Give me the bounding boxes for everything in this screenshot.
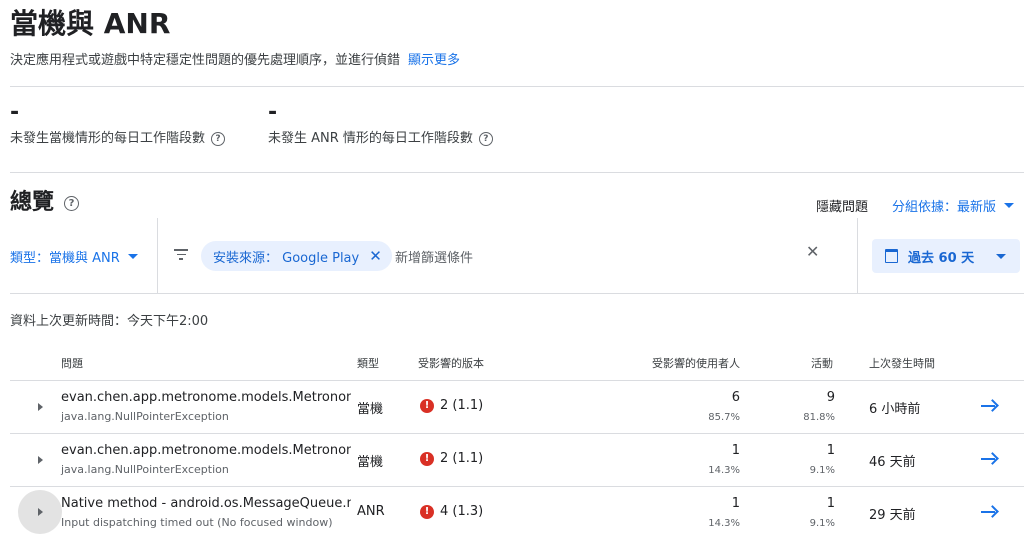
column-header-events[interactable]: 活動 <box>811 355 833 371</box>
events-percent: 9.1% <box>809 518 835 529</box>
date-range-dropdown[interactable]: 過去 60 天 <box>872 239 1020 273</box>
issue-type: 當機 <box>357 402 384 417</box>
version-label: 2 (1.1) <box>440 451 484 466</box>
help-icon[interactable]: ? <box>211 132 226 146</box>
arrow-forward-icon[interactable] <box>980 451 999 467</box>
issue-title[interactable]: Native method - android.os.MessageQueue.… <box>61 495 351 513</box>
metric-crash-free-sessions: - 未發生當機情形的每日工作階段數 ? <box>10 100 226 148</box>
chevron-right-icon <box>37 508 43 516</box>
add-filter-input[interactable]: 新增篩選條件 <box>395 247 473 266</box>
table-row[interactable]: evan.chen.app.metronome.models.Metronome… <box>10 380 1024 434</box>
chevron-down-icon <box>1004 203 1015 208</box>
version-label: 2 (1.1) <box>440 398 484 413</box>
filter-list-icon <box>174 249 188 261</box>
type-filter-label: 類型：當機與 ANR <box>10 251 120 266</box>
events-count: 9 <box>826 390 835 405</box>
divider <box>857 218 858 294</box>
expand-row-button[interactable] <box>28 448 52 472</box>
arrow-forward-icon[interactable] <box>980 504 999 520</box>
divider <box>10 293 1024 294</box>
arrow-forward-icon[interactable] <box>980 398 999 414</box>
last-seen: 46 天前 <box>869 455 916 470</box>
page-title: 當機與 ANR <box>10 7 171 40</box>
overview-title: 總覽 <box>10 190 55 215</box>
close-icon[interactable]: ✕ <box>369 248 382 264</box>
last-seen: 29 天前 <box>869 508 916 523</box>
column-header-last-seen[interactable]: 上次發生時間 <box>869 355 935 371</box>
metric-label: 未發生當機情形的每日工作階段數 <box>10 131 206 146</box>
hide-issues-button[interactable]: 隱藏問題 <box>816 196 868 215</box>
group-by-label: 分組依據：最新版 <box>892 200 997 215</box>
affected-version: ! 2 (1.1) <box>420 398 483 413</box>
issue-subtitle: java.lang.NullPointerException <box>61 463 229 476</box>
help-icon[interactable]: ? <box>478 132 493 146</box>
events-count: 1 <box>826 496 835 511</box>
error-icon: ! <box>420 504 434 519</box>
users-percent: 85.7% <box>708 412 740 423</box>
issue-type: 當機 <box>357 455 384 470</box>
calendar-icon <box>885 249 898 263</box>
users-percent: 14.3% <box>708 518 740 529</box>
expand-row-button[interactable] <box>28 395 52 419</box>
issue-title[interactable]: evan.chen.app.metronome.models.Metronome… <box>61 389 351 407</box>
column-header-versions[interactable]: 受影響的版本 <box>418 355 484 371</box>
learn-more-link[interactable]: 顯示更多 <box>408 53 460 68</box>
issue-subtitle: Input dispatching timed out (No focused … <box>61 516 333 529</box>
clear-filters-icon[interactable]: ✕ <box>806 242 819 261</box>
help-icon[interactable]: ? <box>64 195 80 211</box>
affected-version: ! 2 (1.1) <box>420 451 483 466</box>
chevron-down-icon <box>127 254 138 259</box>
type-filter-dropdown[interactable]: 類型：當機與 ANR <box>10 247 138 266</box>
chip-label: 安裝來源： Google Play <box>213 250 360 266</box>
install-source-filter-chip[interactable]: 安裝來源： Google Play ✕ <box>201 241 392 271</box>
users-percent: 14.3% <box>708 465 740 476</box>
divider <box>10 172 1024 173</box>
page-subtitle: 決定應用程式或遊戲中特定穩定性問題的優先處理順序，並進行偵錯 顯示更多 <box>10 52 460 70</box>
date-range-label: 過去 60 天 <box>908 250 975 266</box>
events-count: 1 <box>826 443 835 458</box>
last-updated-text: 資料上次更新時間：今天下午2:00 <box>10 314 209 329</box>
last-seen: 6 小時前 <box>869 402 921 417</box>
column-header-issue[interactable]: 問題 <box>61 355 83 371</box>
chevron-right-icon <box>37 456 43 464</box>
divider <box>157 218 158 294</box>
expand-row-button[interactable] <box>18 490 62 534</box>
users-count: 1 <box>731 496 740 511</box>
error-icon: ! <box>420 398 434 413</box>
events-percent: 9.1% <box>809 465 835 476</box>
affected-version: ! 4 (1.3) <box>420 504 483 519</box>
table-row[interactable]: Native method - android.os.MessageQueue.… <box>10 486 1024 540</box>
users-count: 1 <box>731 443 740 458</box>
issue-type: ANR <box>357 504 385 519</box>
column-header-users[interactable]: 受影響的使用者人 <box>652 355 740 371</box>
version-label: 4 (1.3) <box>440 504 484 519</box>
issue-title[interactable]: evan.chen.app.metronome.models.Metronome… <box>61 442 351 460</box>
metric-label: 未發生 ANR 情形的每日工作階段數 <box>268 131 473 146</box>
divider <box>10 86 1024 87</box>
chevron-right-icon <box>37 403 43 411</box>
metric-value: - <box>268 100 278 125</box>
page-description: 決定應用程式或遊戲中特定穩定性問題的優先處理順序，並進行偵錯 <box>10 53 401 68</box>
filter-bar: 類型：當機與 ANR 安裝來源： Google Play ✕ 新增篩選條件 ✕ … <box>0 218 1024 294</box>
events-percent: 81.8% <box>803 412 835 423</box>
users-count: 6 <box>731 390 740 405</box>
table-row[interactable]: evan.chen.app.metronome.models.Metronome… <box>10 433 1024 487</box>
error-icon: ! <box>420 451 434 466</box>
issue-subtitle: java.lang.NullPointerException <box>61 410 229 423</box>
group-by-dropdown[interactable]: 分組依據：最新版 <box>892 196 1015 215</box>
metric-anr-free-sessions: - 未發生 ANR 情形的每日工作階段數 ? <box>268 100 493 148</box>
overview-heading: 總覽 ? <box>10 188 80 218</box>
metric-value: - <box>10 100 20 125</box>
column-header-type[interactable]: 類型 <box>357 355 379 371</box>
chevron-down-icon <box>996 253 1006 259</box>
